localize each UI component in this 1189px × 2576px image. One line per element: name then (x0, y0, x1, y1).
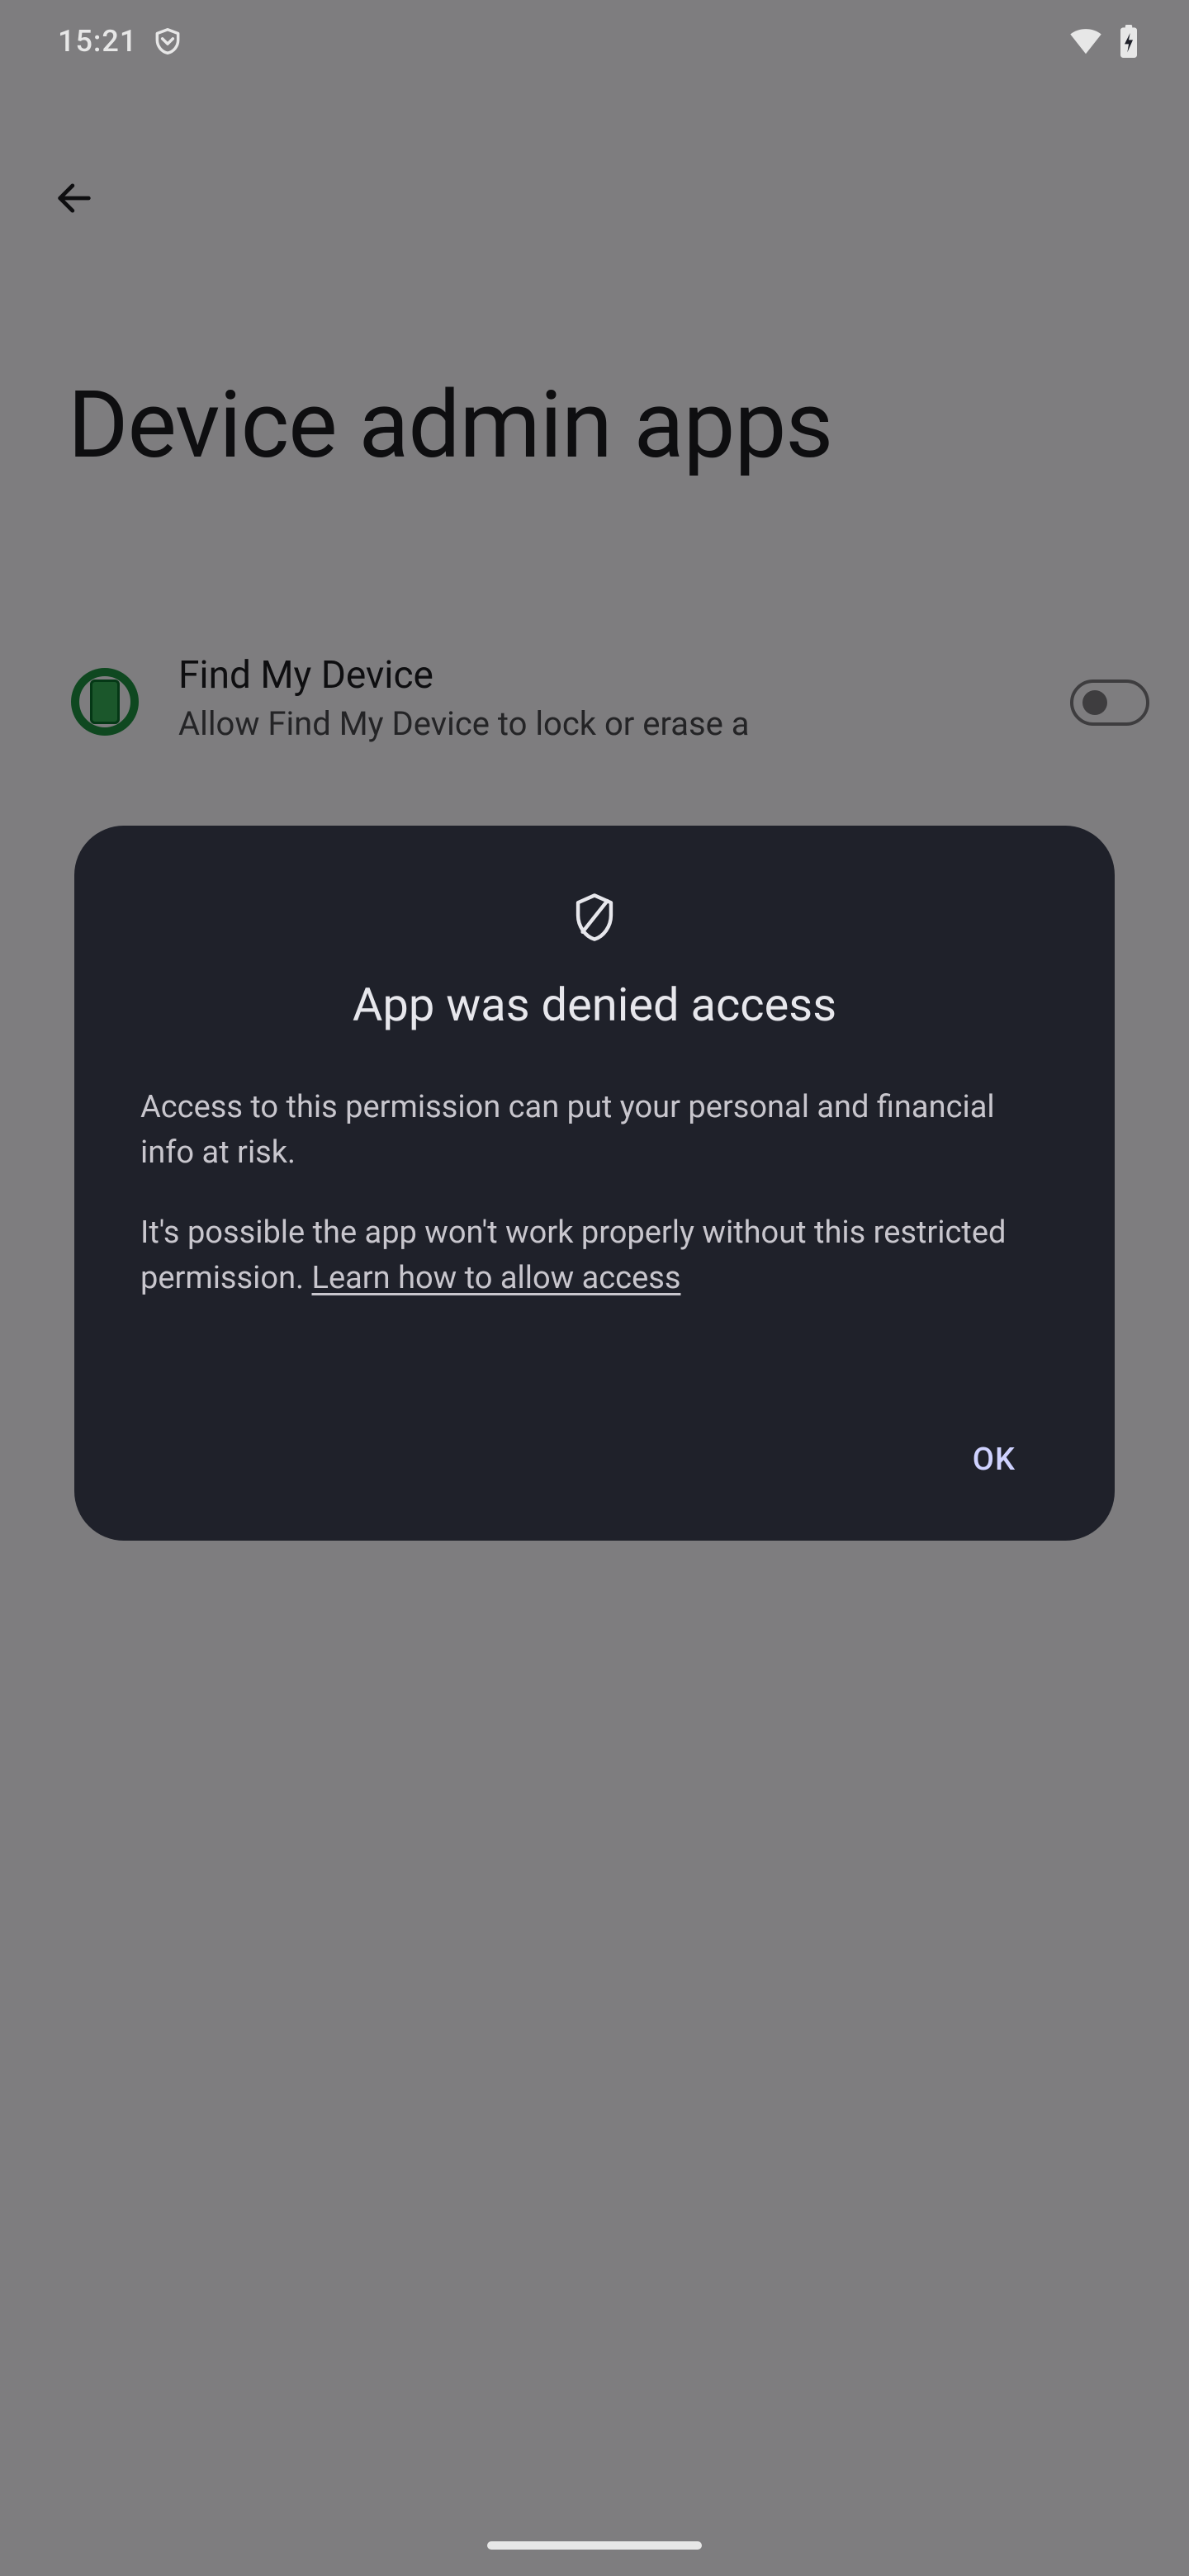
navigation-handle[interactable] (487, 2541, 702, 2550)
dialog-body: Access to this permission can put your p… (140, 1085, 1049, 1301)
dialog-paragraph-1: Access to this permission can put your p… (140, 1085, 1049, 1176)
vpn-shield-icon (152, 26, 183, 57)
shield-denied-icon (140, 892, 1049, 943)
status-bar: 15:21 (0, 0, 1189, 83)
dialog-paragraph-2: It's possible the app won't work properl… (140, 1210, 1049, 1301)
battery-charging-icon (1118, 25, 1139, 58)
ok-button[interactable]: OK (940, 1425, 1049, 1494)
wifi-icon (1068, 27, 1103, 55)
access-denied-dialog: App was denied access Access to this per… (74, 826, 1115, 1541)
learn-more-link[interactable]: Learn how to allow access (312, 1260, 681, 1296)
dialog-title: App was denied access (140, 978, 1049, 1032)
status-clock: 15:21 (58, 24, 137, 59)
